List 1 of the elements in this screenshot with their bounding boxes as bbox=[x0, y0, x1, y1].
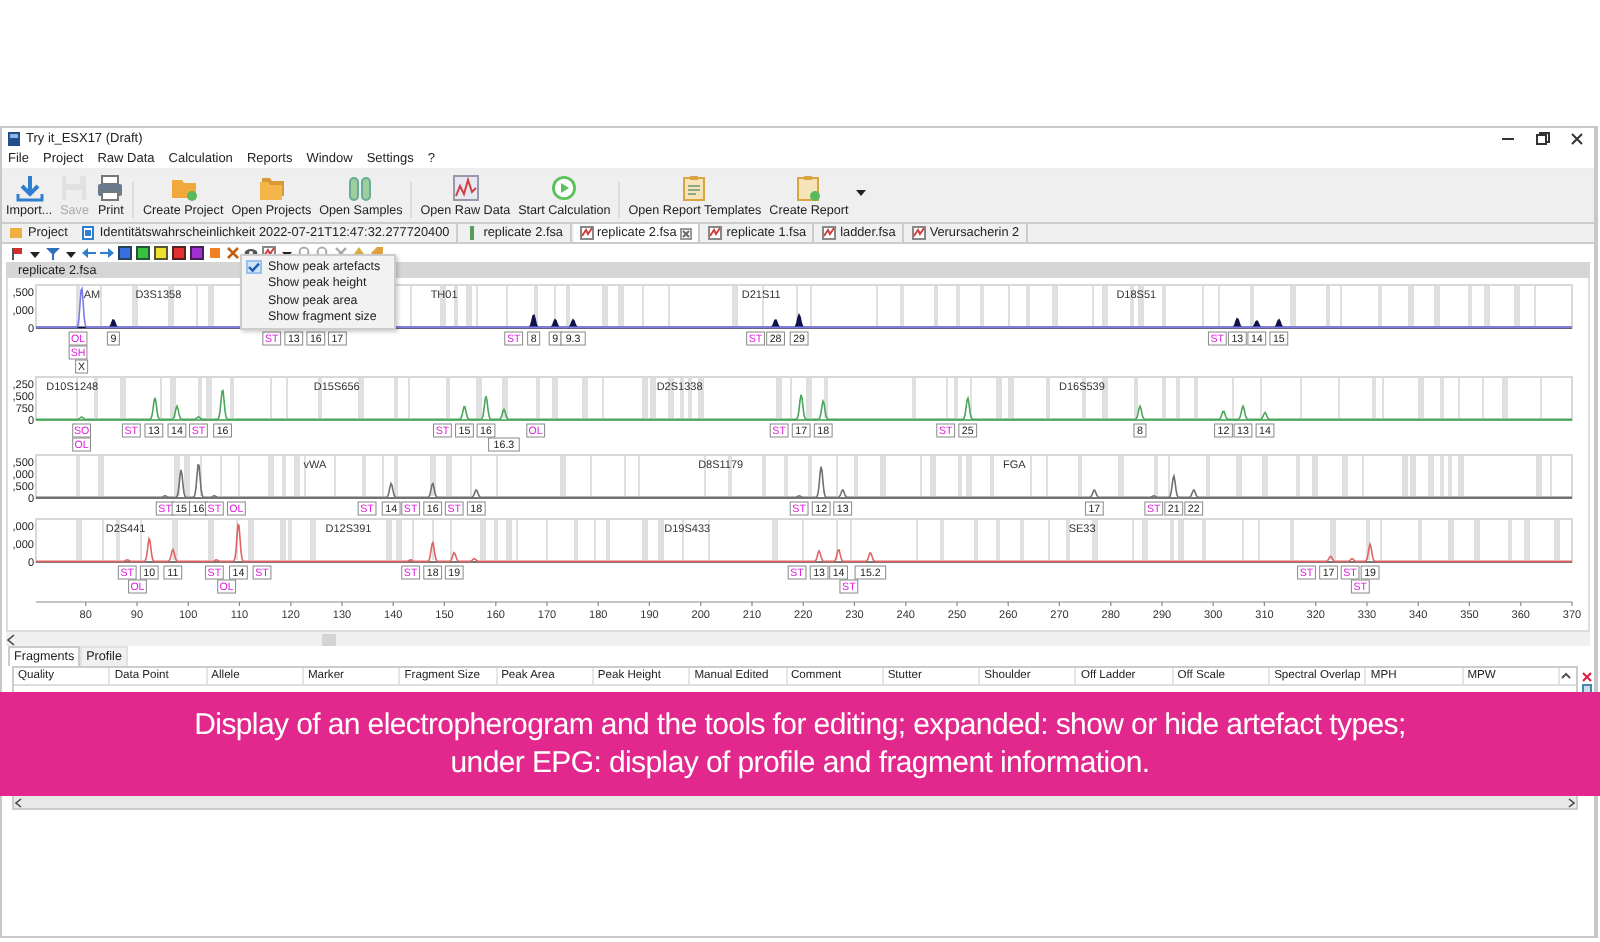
caption-text: Display of an electropherogram and the tools for editing; expanded: show or hide artefact types; under EPG: display of profile and fragment information. bbox=[192, 706, 1408, 782]
